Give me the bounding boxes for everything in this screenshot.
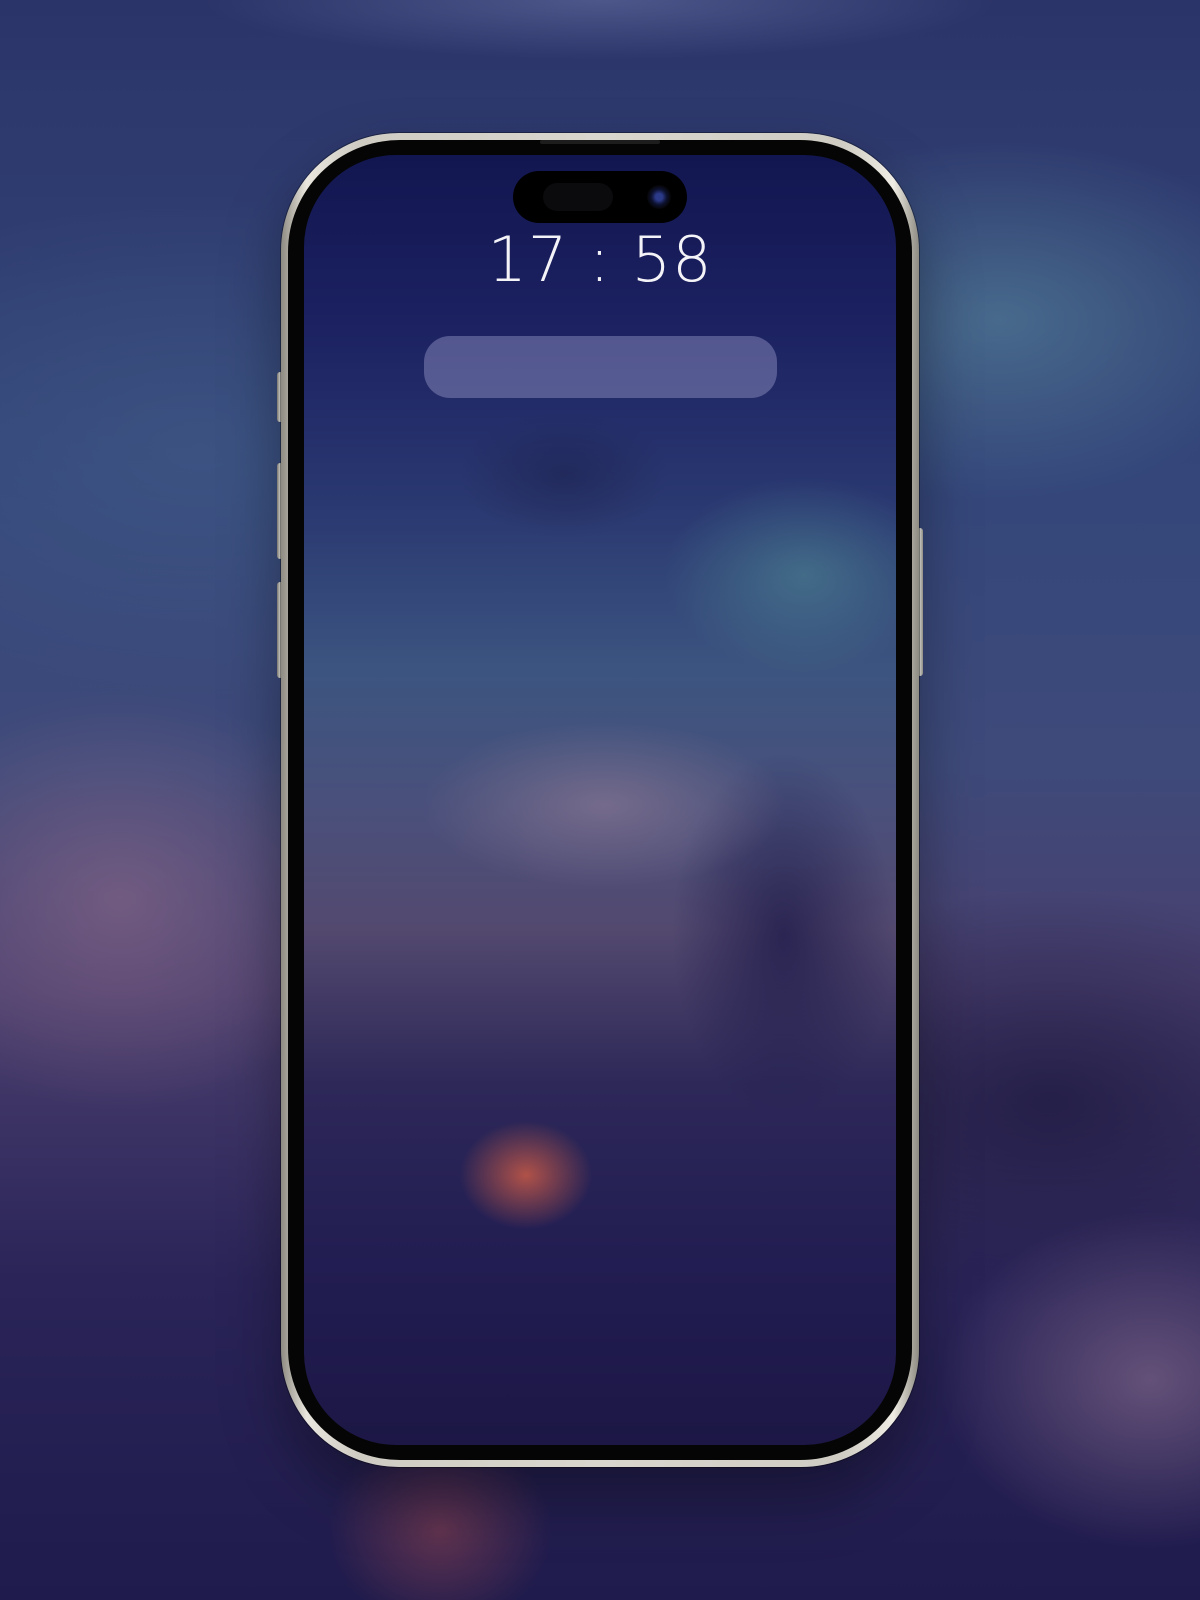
- lock-screen-stage: 17 : 58: [0, 0, 1200, 1600]
- dynamic-island[interactable]: [513, 171, 687, 223]
- front-camera-icon: [647, 185, 671, 209]
- lock-screen-clock: 17 : 58: [487, 223, 713, 296]
- earpiece-speaker: [540, 140, 660, 144]
- notification-pill[interactable]: [424, 336, 777, 398]
- top-glow: [200, 0, 1000, 60]
- face-id-sensor: [543, 183, 613, 211]
